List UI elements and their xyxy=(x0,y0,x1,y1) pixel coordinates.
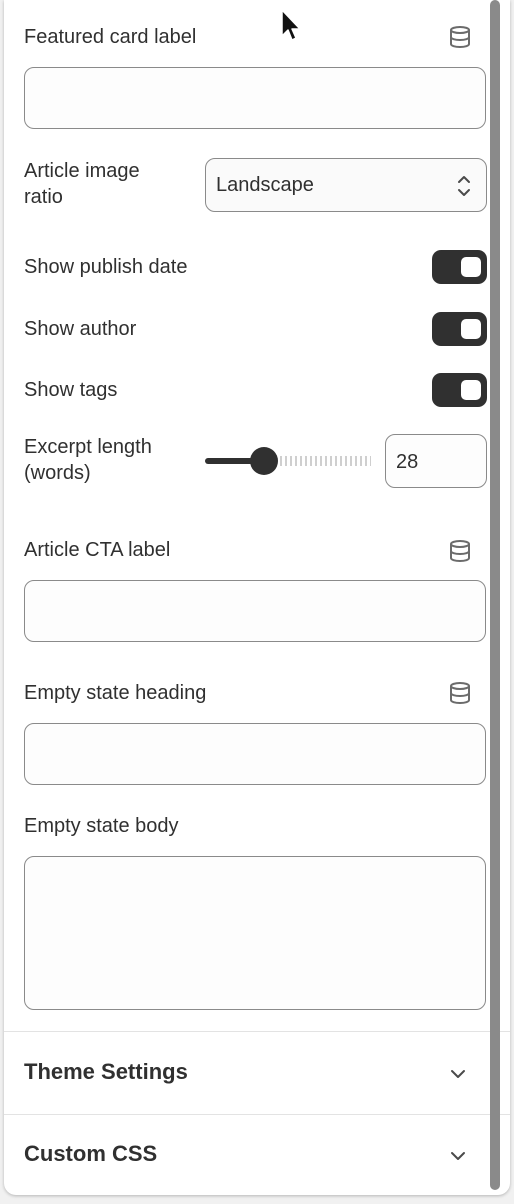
mouse-pointer-icon xyxy=(280,9,304,43)
database-icon[interactable] xyxy=(448,681,472,705)
empty-state-heading-label: Empty state heading xyxy=(24,682,207,704)
show-author-toggle[interactable] xyxy=(432,312,487,346)
database-icon[interactable] xyxy=(448,539,472,563)
show-author-label: Show author xyxy=(24,318,137,340)
article-image-ratio-select[interactable]: Landscape xyxy=(205,158,487,212)
chevron-down-icon[interactable] xyxy=(448,1064,468,1084)
chevron-up-down-icon xyxy=(456,173,472,199)
show-publish-date-toggle[interactable] xyxy=(432,250,487,284)
article-image-ratio-label-line1: Article image xyxy=(24,160,140,182)
empty-state-body-label: Empty state body xyxy=(24,815,179,837)
toggle-knob xyxy=(461,380,481,400)
toggle-knob xyxy=(461,319,481,339)
excerpt-length-slider-thumb[interactable] xyxy=(250,447,278,475)
article-image-ratio-value: Landscape xyxy=(216,174,314,196)
divider xyxy=(4,1114,510,1115)
article-image-ratio-label: Article image ratio xyxy=(24,158,140,210)
empty-state-body-textarea[interactable] xyxy=(24,856,486,1010)
article-image-ratio-label-line2: ratio xyxy=(24,186,63,208)
toggle-knob xyxy=(461,257,481,277)
scrollbar[interactable] xyxy=(490,0,500,1190)
database-icon[interactable] xyxy=(448,25,472,49)
excerpt-length-value: 28 xyxy=(396,451,419,473)
custom-css-title[interactable]: Custom CSS xyxy=(24,1140,157,1168)
excerpt-length-label-line1: Excerpt length xyxy=(24,436,152,458)
excerpt-length-label-line2: (words) xyxy=(24,462,91,484)
excerpt-length-label: Excerpt length (words) xyxy=(24,434,152,486)
divider xyxy=(4,1031,510,1032)
empty-state-heading-input[interactable] xyxy=(24,723,486,785)
excerpt-length-number-input[interactable]: 28 xyxy=(385,434,487,488)
article-cta-label: Article CTA label xyxy=(24,539,171,561)
featured-card-label-input[interactable] xyxy=(24,67,486,129)
show-publish-date-label: Show publish date xyxy=(24,256,188,278)
show-tags-label: Show tags xyxy=(24,379,118,401)
show-tags-toggle[interactable] xyxy=(432,373,487,407)
featured-card-label: Featured card label xyxy=(24,26,197,48)
article-cta-label-input[interactable] xyxy=(24,580,486,642)
chevron-down-icon[interactable] xyxy=(448,1146,468,1166)
settings-panel: Featured card label Article image ratio … xyxy=(4,0,510,1195)
excerpt-length-slider-track[interactable] xyxy=(265,456,371,466)
theme-settings-title[interactable]: Theme Settings xyxy=(24,1058,188,1086)
